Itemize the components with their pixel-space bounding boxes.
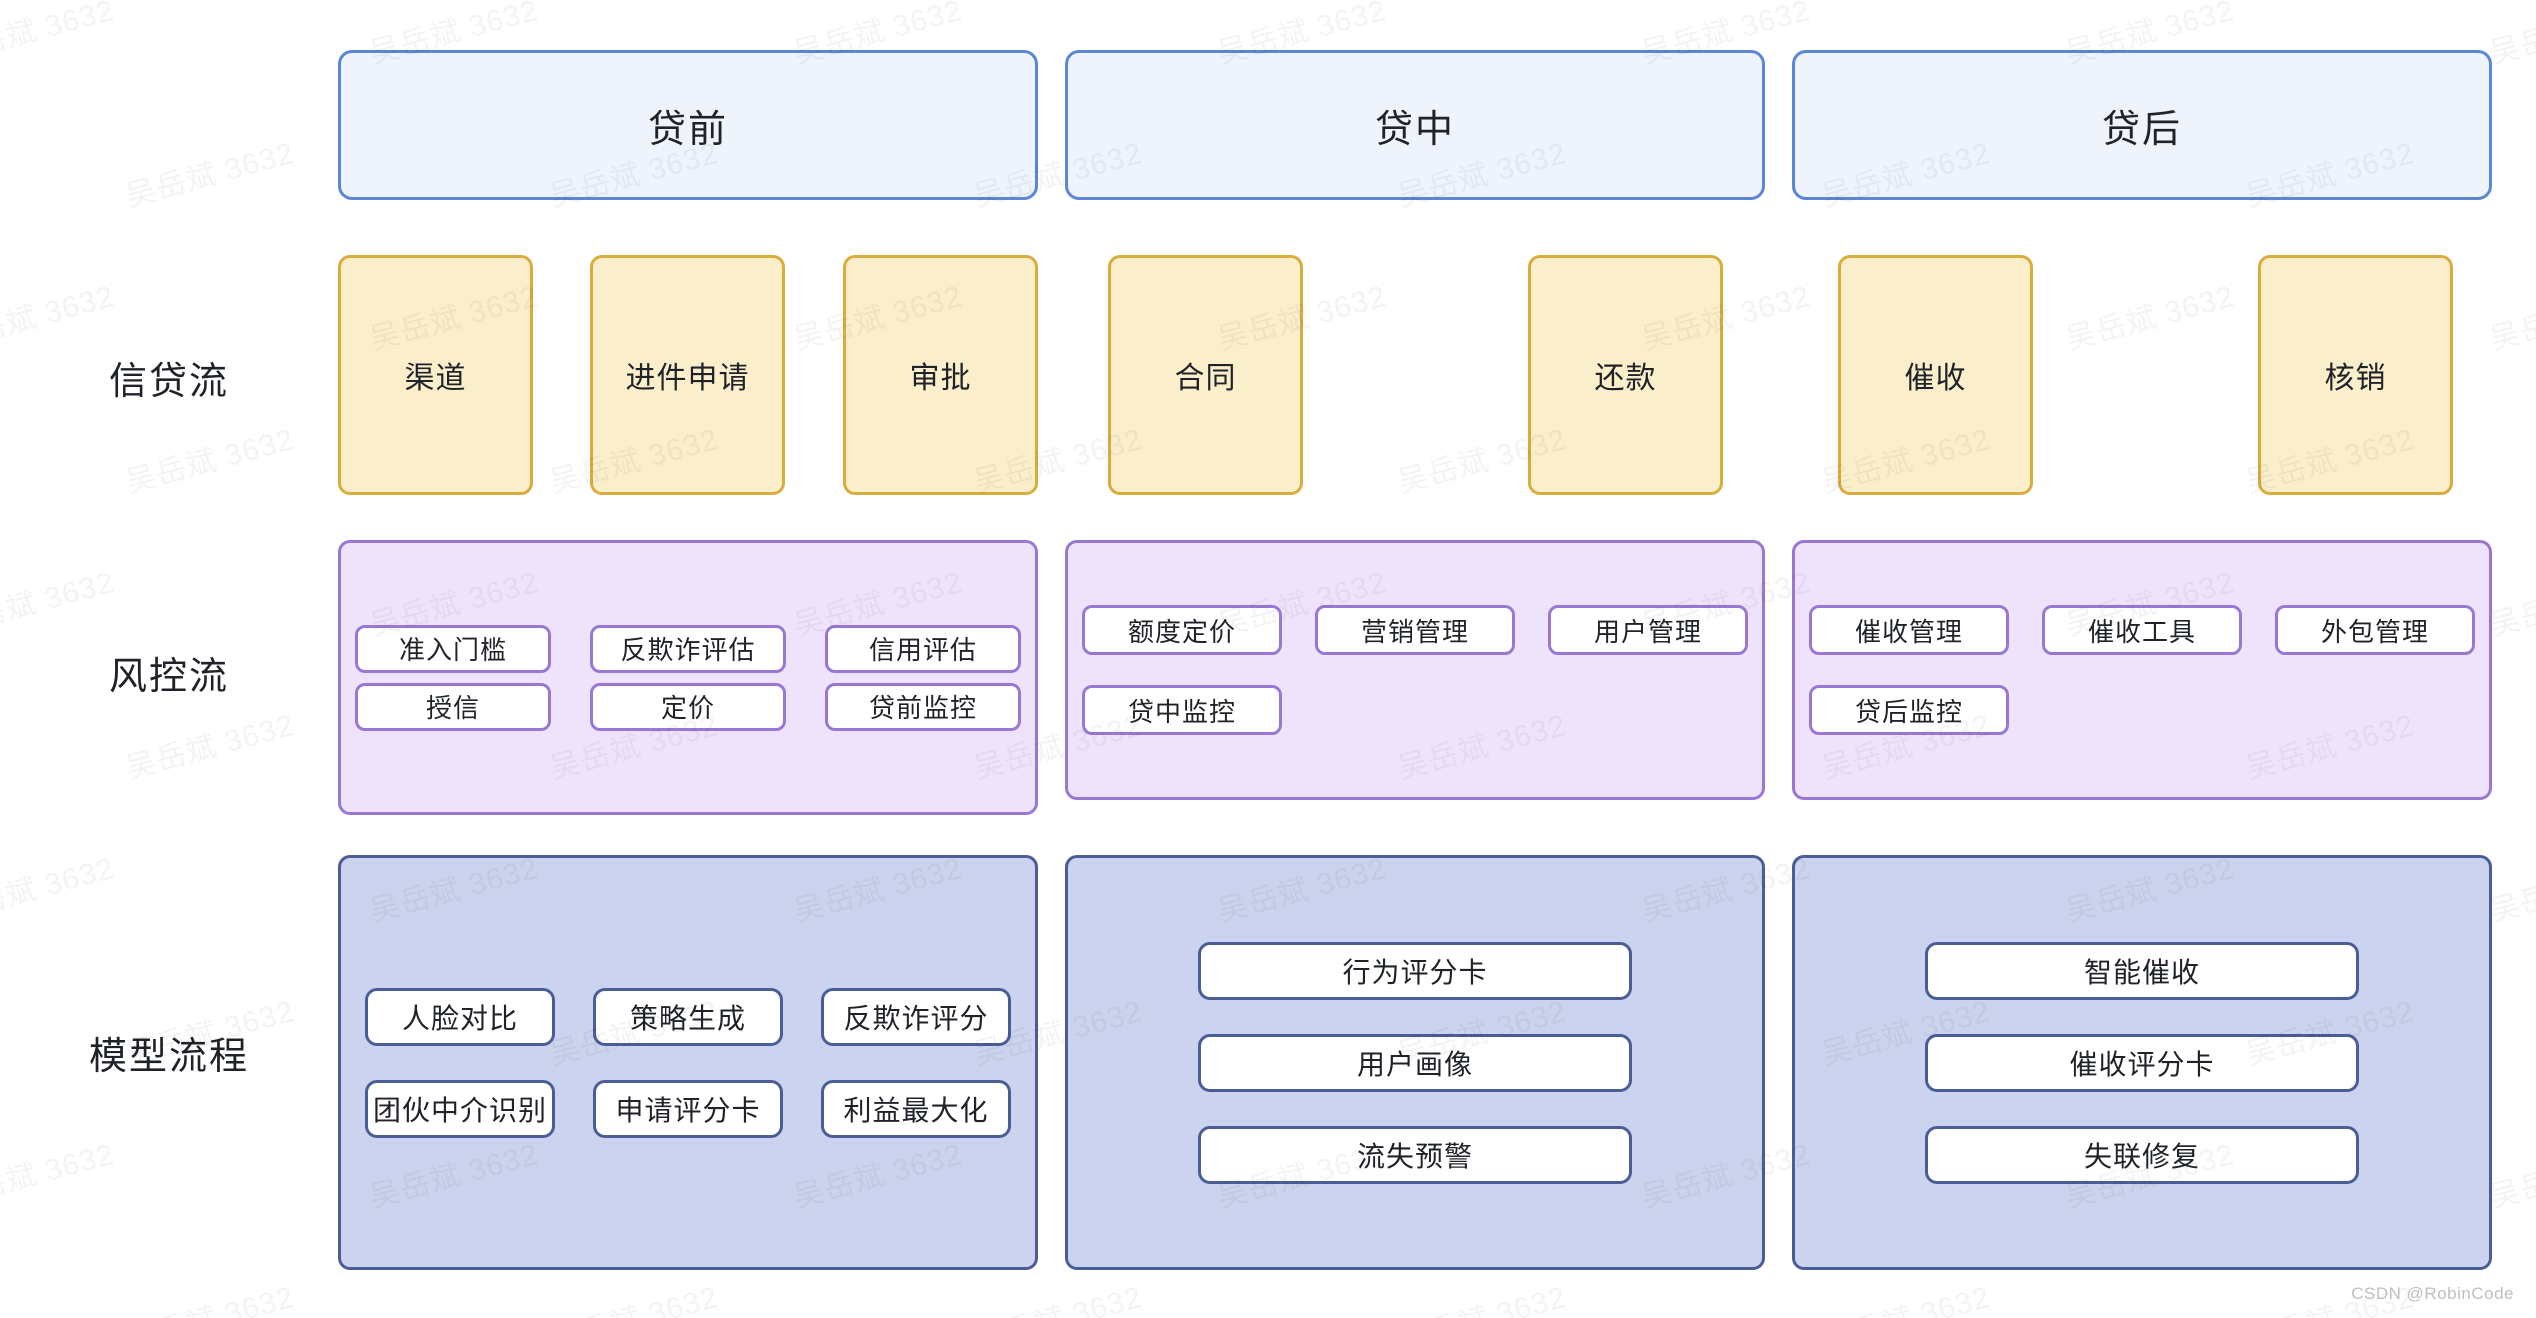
model-item-profit-maximization[interactable]: 利益最大化 bbox=[821, 1079, 1011, 1138]
risk-item-label: 贷后监控 bbox=[1854, 696, 1963, 727]
risk-item-label: 营销管理 bbox=[1360, 616, 1469, 647]
credit-card-label: 合同 bbox=[1174, 362, 1237, 395]
risk-item-user-management[interactable]: 用户管理 bbox=[1548, 605, 1748, 655]
credit-card-repayment[interactable]: 还款 bbox=[1528, 255, 1723, 495]
risk-item-admission-threshold[interactable]: 准入门槛 bbox=[355, 624, 551, 673]
credit-card-approval[interactable]: 审批 bbox=[843, 255, 1038, 495]
risk-item-antifraud-assessment[interactable]: 反欺诈评估 bbox=[590, 624, 786, 673]
risk-item-label: 反欺诈评估 bbox=[620, 635, 756, 665]
risk-item-credit-granting[interactable]: 授信 bbox=[355, 682, 551, 731]
model-item-strategy-generation[interactable]: 策略生成 bbox=[593, 987, 783, 1046]
risk-item-label: 贷前监控 bbox=[868, 693, 977, 723]
stage-header-label: 贷中 bbox=[1374, 108, 1455, 151]
model-item-label: 智能催收 bbox=[2083, 956, 2200, 988]
credit-card-application[interactable]: 进件申请 bbox=[590, 255, 785, 495]
credit-card-label: 进件申请 bbox=[625, 362, 750, 395]
credit-card-label: 核销 bbox=[2324, 362, 2387, 395]
risk-panel-post-loan: 催收管理 催收工具 外包管理 贷后监控 bbox=[1792, 540, 2492, 800]
model-item-label: 催收评分卡 bbox=[2069, 1048, 2215, 1080]
model-item-label: 利益最大化 bbox=[843, 1094, 989, 1126]
risk-item-outsourcing-management[interactable]: 外包管理 bbox=[2275, 605, 2475, 655]
model-item-application-scorecard[interactable]: 申请评分卡 bbox=[593, 1079, 783, 1138]
credit-card-label: 审批 bbox=[909, 362, 972, 395]
risk-panel-in-loan: 额度定价 营销管理 用户管理 贷中监控 bbox=[1065, 540, 1765, 800]
model-panel-in-loan: 行为评分卡 用户画像 流失预警 bbox=[1065, 855, 1765, 1270]
stage-header-label: 贷前 bbox=[647, 108, 728, 151]
model-item-label: 用户画像 bbox=[1356, 1048, 1473, 1080]
risk-item-label: 贷中监控 bbox=[1127, 696, 1236, 727]
risk-item-collection-tools[interactable]: 催收工具 bbox=[2042, 605, 2242, 655]
risk-item-label: 催收管理 bbox=[1854, 616, 1963, 647]
model-item-label: 申请评分卡 bbox=[615, 1094, 761, 1126]
row-label-text: 模型流程 bbox=[88, 1036, 249, 1078]
model-item-smart-collection[interactable]: 智能催收 bbox=[1925, 941, 2359, 1000]
risk-item-post-loan-monitoring[interactable]: 贷后监控 bbox=[1809, 685, 2009, 735]
row-label-text: 风控流 bbox=[108, 656, 229, 698]
stage-header-in-loan[interactable]: 贷中 bbox=[1065, 50, 1765, 200]
footer-credit: CSDN @RobinCode bbox=[2351, 1284, 2514, 1303]
risk-item-label: 信用评估 bbox=[868, 635, 977, 665]
model-item-collection-scorecard[interactable]: 催收评分卡 bbox=[1925, 1033, 2359, 1092]
stage-header-pre-loan[interactable]: 贷前 bbox=[338, 50, 1038, 200]
stage-header-post-loan[interactable]: 贷后 bbox=[1792, 50, 2492, 200]
row-label-risk-flow: 风控流 bbox=[0, 645, 338, 700]
model-item-user-profile[interactable]: 用户画像 bbox=[1198, 1033, 1632, 1092]
risk-item-pre-loan-monitoring[interactable]: 贷前监控 bbox=[825, 682, 1021, 731]
model-item-face-comparison[interactable]: 人脸对比 bbox=[365, 987, 555, 1046]
model-item-lost-contact-recovery[interactable]: 失联修复 bbox=[1925, 1125, 2359, 1184]
risk-item-label: 定价 bbox=[660, 693, 715, 723]
risk-item-label: 用户管理 bbox=[1593, 616, 1702, 647]
credit-card-channel[interactable]: 渠道 bbox=[338, 255, 533, 495]
model-item-label: 失联修复 bbox=[2083, 1140, 2200, 1172]
risk-item-in-loan-monitoring[interactable]: 贷中监控 bbox=[1082, 685, 1282, 735]
model-panel-post-loan: 智能催收 催收评分卡 失联修复 bbox=[1792, 855, 2492, 1270]
risk-item-pricing[interactable]: 定价 bbox=[590, 682, 786, 731]
credit-lifecycle-diagram: 信贷流 风控流 模型流程 贷前 贷中 贷后 渠道 进件申请 审批 合同 还款 催… bbox=[0, 0, 2536, 1318]
row-label-credit-flow: 信贷流 bbox=[0, 350, 338, 405]
credit-card-writeoff[interactable]: 核销 bbox=[2258, 255, 2453, 495]
model-item-label: 行为评分卡 bbox=[1342, 956, 1488, 988]
risk-item-label: 准入门槛 bbox=[398, 635, 507, 665]
row-label-text: 信贷流 bbox=[108, 361, 229, 403]
risk-item-marketing-management[interactable]: 营销管理 bbox=[1315, 605, 1515, 655]
model-item-gang-intermediary-detection[interactable]: 团伙中介识别 bbox=[365, 1079, 555, 1138]
risk-item-label: 授信 bbox=[425, 693, 480, 723]
risk-item-collection-management[interactable]: 催收管理 bbox=[1809, 605, 2009, 655]
model-item-antifraud-score[interactable]: 反欺诈评分 bbox=[821, 987, 1011, 1046]
credit-card-label: 还款 bbox=[1594, 362, 1657, 395]
stage-header-label: 贷后 bbox=[2101, 108, 2182, 151]
risk-item-credit-assessment[interactable]: 信用评估 bbox=[825, 624, 1021, 673]
risk-item-label: 额度定价 bbox=[1127, 616, 1236, 647]
credit-card-collection[interactable]: 催收 bbox=[1838, 255, 2033, 495]
model-item-label: 人脸对比 bbox=[401, 1002, 518, 1034]
model-item-label: 反欺诈评分 bbox=[843, 1002, 989, 1034]
credit-card-label: 渠道 bbox=[404, 362, 467, 395]
risk-item-label: 外包管理 bbox=[2320, 616, 2429, 647]
model-item-label: 策略生成 bbox=[629, 1002, 746, 1034]
credit-card-contract[interactable]: 合同 bbox=[1108, 255, 1303, 495]
model-panel-pre-loan: 人脸对比 策略生成 反欺诈评分 团伙中介识别 申请评分卡 利益最大化 bbox=[338, 855, 1038, 1270]
credit-card-label: 催收 bbox=[1904, 362, 1967, 395]
model-item-behavior-scorecard[interactable]: 行为评分卡 bbox=[1198, 941, 1632, 1000]
risk-panel-pre-loan: 准入门槛 反欺诈评估 信用评估 授信 定价 贷前监控 bbox=[338, 540, 1038, 815]
model-item-label: 团伙中介识别 bbox=[372, 1094, 547, 1126]
risk-item-limit-pricing[interactable]: 额度定价 bbox=[1082, 605, 1282, 655]
model-item-label: 流失预警 bbox=[1356, 1140, 1473, 1172]
row-label-model-flow: 模型流程 bbox=[0, 1025, 338, 1080]
model-item-churn-warning[interactable]: 流失预警 bbox=[1198, 1125, 1632, 1184]
risk-item-label: 催收工具 bbox=[2087, 616, 2196, 647]
